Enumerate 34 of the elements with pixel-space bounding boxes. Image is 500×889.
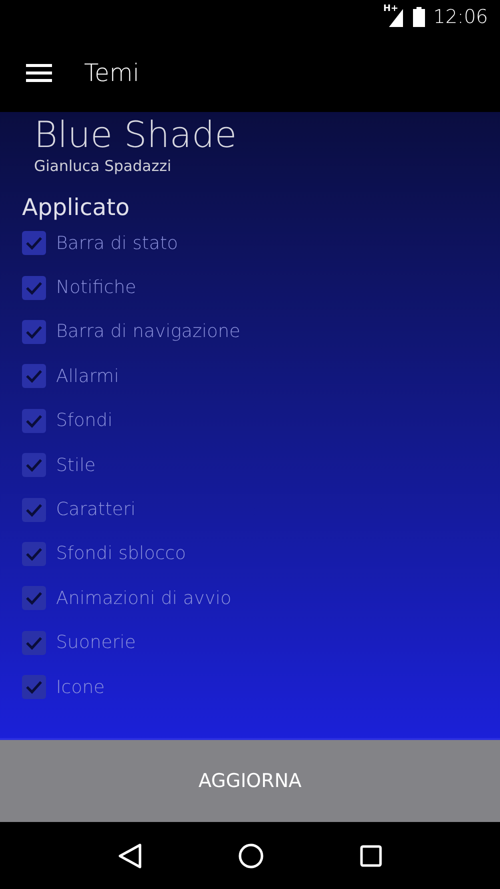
- checkbox-label: Allarmi: [56, 364, 119, 389]
- menu-icon: [26, 64, 52, 82]
- checkbox-label: Suonerie: [56, 631, 136, 656]
- check-icon: [25, 636, 43, 650]
- check-icon: [25, 414, 43, 428]
- check-icon: [25, 236, 43, 250]
- checkbox-label: Caratteri: [56, 498, 136, 522]
- checkbox-label: Stile: [56, 454, 96, 478]
- clock: 12:06: [433, 4, 488, 30]
- checkbox-label: Notifiche: [56, 276, 136, 300]
- toolbar-title: Temi: [84, 58, 140, 89]
- theme-name: Blue Shade: [34, 114, 238, 158]
- check-icon: [25, 502, 43, 517]
- checkbox-label: Animazioni di avvio: [56, 586, 232, 611]
- check-icon: [25, 458, 43, 472]
- checkbox-label: Icone: [56, 676, 105, 700]
- network-type: H+: [383, 5, 398, 14]
- check-icon: [25, 591, 43, 606]
- check-icon: [25, 280, 43, 295]
- check-icon: [25, 369, 43, 384]
- update-button[interactable]: AGGIORNA: [0, 738, 500, 822]
- check-icon: [25, 546, 43, 561]
- check-icon: [25, 324, 43, 339]
- check-icon: [25, 680, 43, 694]
- recents-icon[interactable]: [360, 844, 382, 866]
- checkbox-label: Barra di navigazione: [56, 320, 240, 344]
- home-icon[interactable]: [238, 842, 264, 868]
- checkbox-label: Sfondi sblocco: [56, 542, 186, 566]
- back-icon[interactable]: [118, 842, 142, 868]
- checkbox-label: Barra di stato: [56, 232, 178, 256]
- battery-icon: [413, 7, 426, 27]
- checkbox-label: Sfondi: [56, 409, 113, 434]
- section-title: Applicato: [21, 194, 130, 222]
- theme-author: Gianluca Spadazzi: [34, 158, 172, 174]
